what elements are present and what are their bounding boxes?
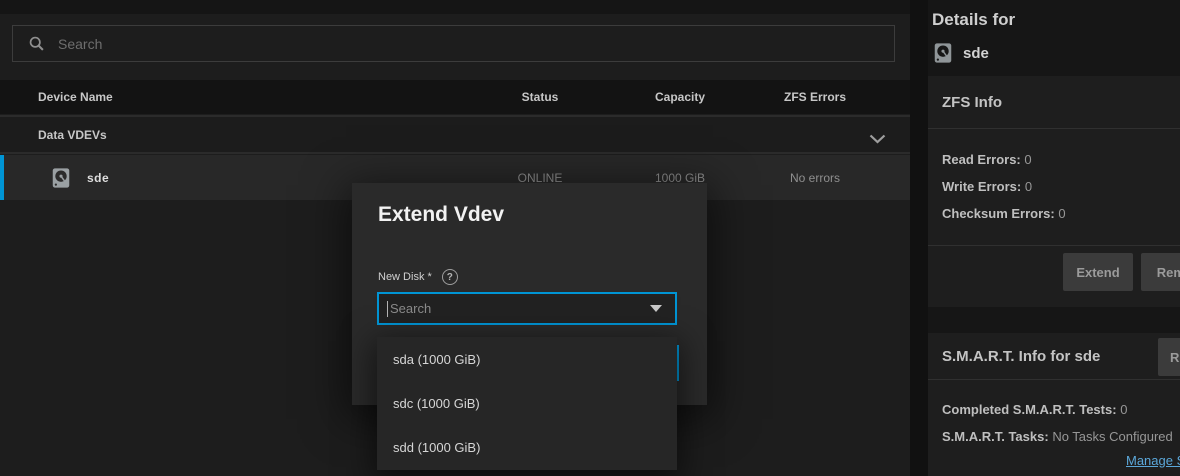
device-zfs-errors: No errors (789, 170, 840, 185)
device-name: sde (87, 170, 110, 185)
hard-disk-icon (52, 167, 70, 188)
disk-options-dropdown: sda (1000 GiB) sdc (1000 GiB) sdd (1000 … (377, 337, 677, 470)
details-panel: Details for sde ZFS Info Read Errors: 0 … (928, 0, 1180, 476)
chevron-down-icon[interactable] (869, 131, 886, 149)
option-sdc[interactable]: sdc (1000 GiB) (377, 381, 677, 425)
run-manual-test-button[interactable]: Run Manual Test (1158, 338, 1180, 376)
column-header-zfs-errors: ZFS Errors (783, 90, 846, 104)
option-sda[interactable]: sda (1000 GiB) (377, 337, 677, 381)
completed-smart-tests-stat: Completed S.M.A.R.T. Tests: 0 (942, 402, 1128, 417)
remove-button[interactable]: Remove (1141, 253, 1180, 291)
search-icon (29, 36, 44, 51)
dropdown-arrow-icon[interactable] (650, 305, 662, 312)
group-row-data-vdevs[interactable]: Data VDEVs (0, 115, 910, 154)
manage-smart-tasks-link[interactable]: Manage S.M.A.R.T. Tasks (1126, 453, 1180, 468)
text-cursor (387, 300, 388, 317)
hard-disk-icon (934, 43, 952, 63)
checksum-errors-stat: Checksum Errors: 0 (942, 206, 1066, 221)
option-sdd[interactable]: sdd (1000 GiB) (377, 426, 677, 470)
write-errors-stat: Write Errors: 0 (942, 179, 1033, 194)
help-icon[interactable]: ? (441, 269, 458, 285)
panel-gutter (910, 0, 928, 476)
read-errors-stat: Read Errors: 0 (942, 152, 1032, 167)
zfs-info-title: ZFS Info (942, 93, 1002, 111)
device-search-bar[interactable] (12, 25, 895, 62)
new-disk-field-label: New Disk * (378, 271, 432, 283)
extend-button[interactable]: Extend (1063, 253, 1133, 291)
divider (928, 245, 1180, 246)
column-header-capacity: Capacity (654, 90, 706, 104)
zfs-info-card: ZFS Info Read Errors: 0 Write Errors: 0 … (928, 76, 1180, 307)
column-header-device-name: Device Name (38, 90, 113, 104)
column-header-status: Status (521, 90, 559, 104)
smart-info-title: S.M.A.R.T. Info for sde (942, 347, 1101, 365)
focused-field-edge (677, 345, 679, 381)
smart-info-card: S.M.A.R.T. Info for sde Run Manual Test … (928, 333, 1180, 476)
search-input[interactable] (45, 26, 894, 61)
group-label: Data VDEVs (38, 127, 107, 142)
dialog-title: Extend Vdev (378, 203, 505, 226)
details-device-name: sde (963, 44, 989, 62)
table-header-row: Device Name Status Capacity ZFS Errors (0, 80, 910, 114)
select-placeholder: Search (390, 301, 432, 316)
smart-tasks-stat: S.M.A.R.T. Tasks: No Tasks Configured (942, 429, 1173, 444)
details-heading: Details for (932, 10, 1016, 29)
new-disk-select[interactable]: Search (377, 292, 677, 325)
